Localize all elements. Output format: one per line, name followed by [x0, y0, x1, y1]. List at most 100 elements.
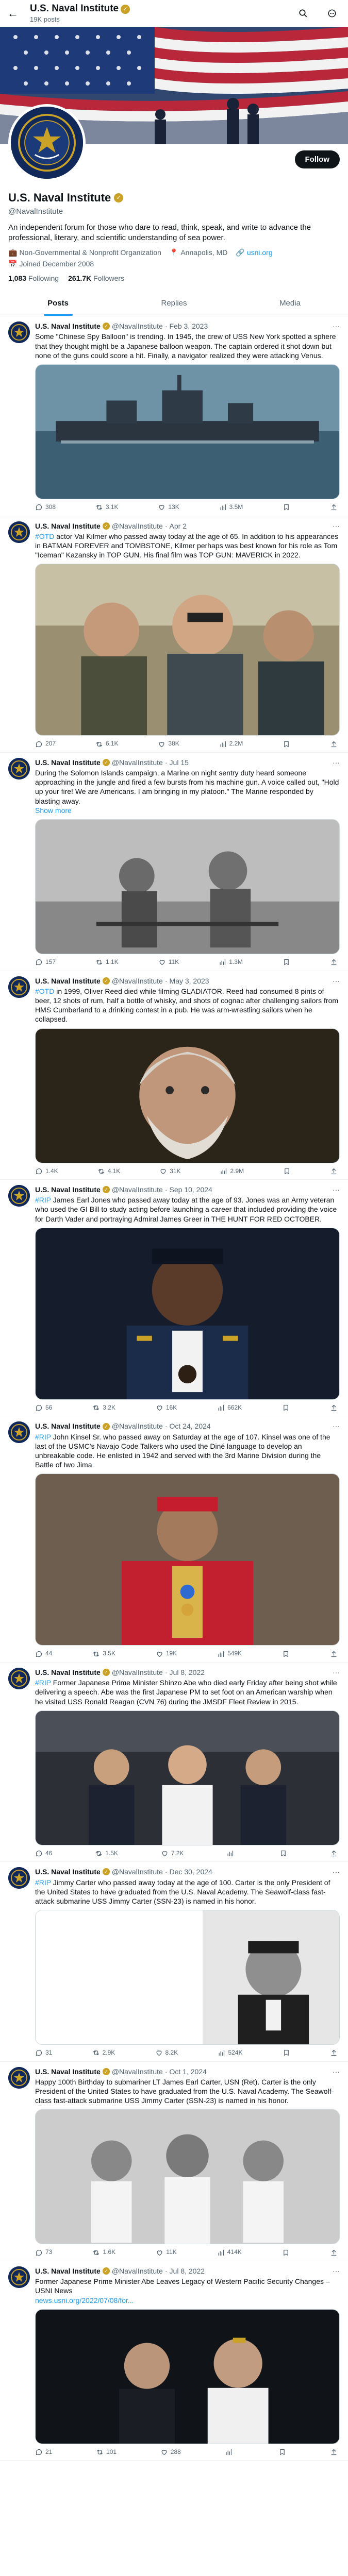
- bookmark-button[interactable]: [283, 740, 290, 748]
- tweet-author-handle[interactable]: @NavalInstitute: [112, 321, 163, 331]
- reply-button[interactable]: 73: [35, 2248, 52, 2257]
- tweet-image[interactable]: [35, 2109, 340, 2245]
- more-options-icon[interactable]: ···: [333, 321, 340, 331]
- tweet-author-name[interactable]: U.S. Naval Institute: [35, 1867, 101, 1876]
- repost-button[interactable]: 3.2K: [92, 1404, 115, 1412]
- reply-button[interactable]: 207: [35, 740, 56, 748]
- bookmark-button[interactable]: [278, 2448, 286, 2456]
- hashtag-link[interactable]: #RIP: [35, 1679, 51, 1687]
- repost-button[interactable]: 1.6K: [92, 2248, 115, 2257]
- tweet[interactable]: U.S. Naval Institute ✓ @NavalInstitute · Oct…: [0, 2062, 348, 2261]
- tweet-author-name[interactable]: U.S. Naval Institute: [35, 2266, 101, 2276]
- more-options-icon[interactable]: ···: [333, 1185, 340, 1194]
- tweet-date[interactable]: May 3, 2023: [170, 976, 209, 986]
- tweet-avatar[interactable]: [8, 521, 30, 543]
- tweet[interactable]: U.S. Naval Institute ✓ @NavalInstitute · Feb…: [0, 316, 348, 516]
- tweet-image[interactable]: [35, 364, 340, 499]
- views-button[interactable]: 414K: [217, 2248, 242, 2257]
- tweet-author-handle[interactable]: @NavalInstitute: [112, 1185, 163, 1194]
- like-button[interactable]: 16K: [156, 1404, 177, 1412]
- hashtag-link[interactable]: #OTD: [35, 532, 54, 540]
- share-button[interactable]: [330, 1404, 338, 1412]
- tweet-avatar[interactable]: [8, 2066, 30, 2089]
- tweet-date[interactable]: Apr 2: [170, 521, 187, 531]
- tweet[interactable]: U.S. Naval Institute ✓ @NavalInstitute · Dec…: [0, 1862, 348, 2062]
- bookmark-button[interactable]: [279, 1850, 287, 1858]
- like-button[interactable]: 11K: [158, 958, 179, 967]
- tweet-date[interactable]: Jul 8, 2022: [170, 2266, 205, 2276]
- tweet-author-name[interactable]: U.S. Naval Institute: [35, 976, 101, 986]
- profile-avatar[interactable]: [8, 104, 86, 181]
- more-options-icon[interactable]: ···: [333, 1421, 340, 1431]
- views-button[interactable]: 3.5M: [219, 503, 243, 512]
- repost-button[interactable]: 1.5K: [95, 1850, 118, 1858]
- tweet-image[interactable]: [35, 1028, 340, 1163]
- tweet[interactable]: U.S. Naval Institute ✓ @NavalInstitute · Apr…: [0, 516, 348, 753]
- tweet[interactable]: U.S. Naval Institute ✓ @NavalInstitute · Sep…: [0, 1180, 348, 1417]
- tweet-date[interactable]: Oct 24, 2024: [170, 1421, 211, 1431]
- reply-button[interactable]: 308: [35, 503, 56, 512]
- tweet-author-name[interactable]: U.S. Naval Institute: [35, 1421, 101, 1431]
- more-options-icon[interactable]: ···: [333, 2266, 340, 2276]
- tweet-date[interactable]: Jul 15: [170, 758, 189, 767]
- bookmark-button[interactable]: [282, 2248, 290, 2257]
- reply-button[interactable]: 31: [35, 2049, 52, 2057]
- like-button[interactable]: 288: [160, 2448, 181, 2456]
- reply-button[interactable]: 44: [35, 1650, 52, 1658]
- tweet-author-name[interactable]: U.S. Naval Institute: [35, 2067, 101, 2076]
- tweet-author-handle[interactable]: @NavalInstitute: [112, 976, 163, 986]
- views-button[interactable]: 524K: [218, 2049, 242, 2057]
- share-button[interactable]: [330, 503, 338, 512]
- tweet-image[interactable]: [35, 564, 340, 736]
- like-button[interactable]: 13K: [158, 503, 179, 512]
- share-button[interactable]: [330, 1850, 338, 1858]
- tweet-image[interactable]: [35, 1473, 340, 1646]
- repost-button[interactable]: 3.5K: [92, 1650, 115, 1658]
- tweet-author-name[interactable]: U.S. Naval Institute: [35, 758, 101, 767]
- tweet-author-handle[interactable]: @NavalInstitute: [112, 1867, 163, 1876]
- tweet-author-handle[interactable]: @NavalInstitute: [112, 2067, 163, 2076]
- tweet[interactable]: U.S. Naval Institute ✓ @NavalInstitute · Jul…: [0, 1663, 348, 1862]
- share-button[interactable]: [330, 2248, 338, 2257]
- tweet-author-handle[interactable]: @NavalInstitute: [112, 1421, 163, 1431]
- tweet-image[interactable]: [35, 1710, 340, 1845]
- tweet-avatar[interactable]: [8, 976, 30, 998]
- hashtag-link[interactable]: #OTD: [35, 987, 54, 995]
- hashtag-link[interactable]: #RIP: [35, 1878, 51, 1887]
- share-button[interactable]: [330, 740, 338, 748]
- tweet-date[interactable]: Dec 30, 2024: [170, 1867, 212, 1876]
- tweet-author-handle[interactable]: @NavalInstitute: [112, 521, 163, 531]
- repost-button[interactable]: 4.1K: [97, 1167, 120, 1176]
- tweet-author-handle[interactable]: @NavalInstitute: [112, 2266, 163, 2276]
- tweet[interactable]: U.S. Naval Institute ✓ @NavalInstitute · Oct…: [0, 1416, 348, 1663]
- tweet-avatar[interactable]: [8, 1867, 30, 1889]
- more-options-icon[interactable]: ···: [333, 976, 340, 986]
- tweet[interactable]: U.S. Naval Institute ✓ @NavalInstitute · Jul…: [0, 2261, 348, 2461]
- bookmark-button[interactable]: [282, 1650, 290, 1658]
- arrow-left-icon[interactable]: ←: [7, 6, 19, 21]
- tweet-image[interactable]: [35, 2309, 340, 2444]
- views-button[interactable]: 1.3M: [219, 958, 243, 967]
- tweet-author-name[interactable]: U.S. Naval Institute: [35, 1185, 101, 1194]
- reply-button[interactable]: 56: [35, 1404, 52, 1412]
- views-button[interactable]: 2.2M: [219, 740, 243, 748]
- more-icon[interactable]: [323, 5, 341, 22]
- tweet-avatar[interactable]: [8, 1185, 30, 1207]
- reply-button[interactable]: 46: [35, 1850, 52, 1858]
- views-button[interactable]: 662K: [217, 1404, 242, 1412]
- repost-button[interactable]: 101: [96, 2448, 117, 2456]
- search-icon[interactable]: [294, 5, 312, 22]
- hashtag-link[interactable]: #RIP: [35, 1433, 51, 1441]
- tweet-avatar[interactable]: [8, 1667, 30, 1689]
- views-button[interactable]: [226, 1850, 237, 1858]
- more-options-icon[interactable]: ···: [333, 521, 340, 531]
- bookmark-button[interactable]: [283, 2049, 290, 2057]
- tweet-image[interactable]: [35, 1227, 340, 1400]
- views-button[interactable]: 2.9M: [220, 1167, 244, 1176]
- tweet-author-handle[interactable]: @NavalInstitute: [112, 1668, 163, 1677]
- profile-website-link[interactable]: usni.org: [247, 248, 273, 257]
- more-options-icon[interactable]: ···: [333, 758, 340, 767]
- tweet-avatar[interactable]: [8, 321, 30, 344]
- repost-button[interactable]: 1.1K: [95, 958, 119, 967]
- tweet-image[interactable]: [35, 819, 340, 954]
